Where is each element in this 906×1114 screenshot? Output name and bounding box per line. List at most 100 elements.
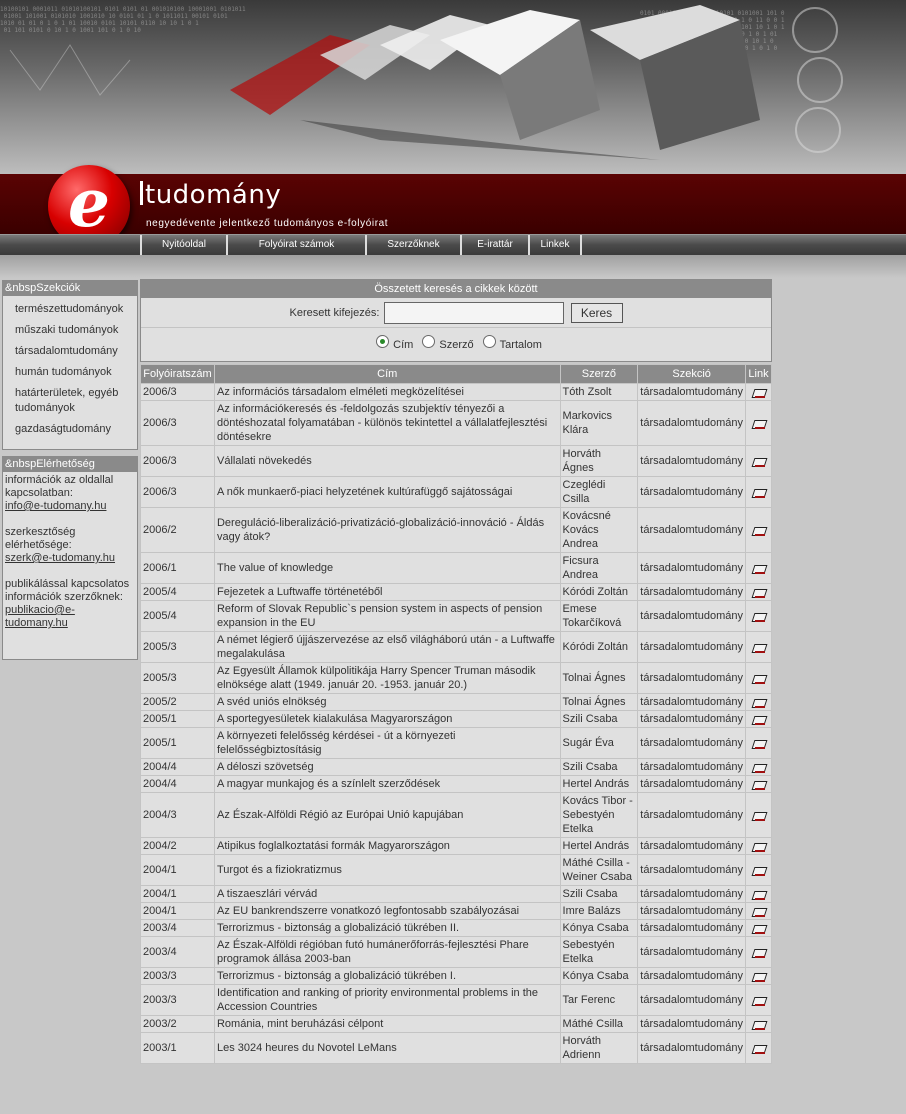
cell-title[interactable]: Terrorizmus - biztonság a globalizáció t… [213, 919, 561, 937]
radio-author[interactable] [422, 335, 436, 348]
cell-title[interactable]: Az információkeresés és -feldolgozás szu… [213, 400, 561, 446]
nav-issues[interactable]: Folyóirat számok [228, 235, 367, 255]
open-book-icon[interactable] [752, 642, 766, 653]
cell-title[interactable]: Atipikus foglalkoztatási formák Magyaror… [213, 837, 561, 855]
nav-archive[interactable]: E-irattár [462, 235, 530, 255]
search-button[interactable]: Keres [570, 303, 623, 323]
title-bar [0, 174, 906, 234]
open-book-icon[interactable] [752, 762, 766, 773]
cell-section: társadalomtudomány [637, 383, 746, 401]
cell-title[interactable]: Fejezetek a Luftwaffe történetéből [213, 583, 561, 601]
cell-title[interactable]: The value of knowledge [213, 552, 561, 584]
open-book-icon[interactable] [752, 387, 766, 398]
nav-authors[interactable]: Szerzőknek [367, 235, 462, 255]
radio-content[interactable] [482, 335, 496, 348]
radio-title[interactable] [376, 335, 390, 348]
open-book-icon[interactable] [752, 418, 766, 429]
cell-section: társadalomtudomány [637, 507, 746, 553]
cell-title[interactable]: Az információs társadalom elméleti megkö… [213, 383, 561, 401]
section-link-humanities[interactable]: humán tudományok [3, 362, 137, 383]
cell-section: társadalomtudomány [637, 727, 746, 759]
cell-link [745, 1032, 772, 1064]
section-link-social-sciences[interactable]: társadalomtudomány [3, 341, 137, 362]
open-book-icon[interactable] [752, 738, 766, 749]
search-heading: Összetett keresés a cikkek között [141, 280, 771, 298]
section-link-engineering[interactable]: műszaki tudományok [3, 320, 137, 341]
cell-title[interactable]: Az Észak-Alföldi régióban futó humánerőf… [213, 936, 561, 968]
cell-link [745, 758, 772, 776]
cell-author: Markovics Klára [559, 400, 639, 446]
cell-title[interactable]: Terrorizmus - biztonság a globalizáció t… [213, 967, 561, 985]
cell-issue: 2004/3 [140, 792, 215, 838]
open-book-icon[interactable] [752, 487, 766, 498]
cell-title[interactable]: Les 3024 heures du Novotel LeMans [213, 1032, 561, 1064]
cell-title[interactable]: A magyar munkajog és a színlelt szerződé… [213, 775, 561, 793]
nav-home[interactable]: Nyitóoldal [140, 235, 228, 255]
table-row: 2005/1 A környezeti felelősség kérdései -… [140, 727, 772, 759]
table-row: 2003/2 Románia, mint beruházási célpont Má… [140, 1015, 772, 1033]
contact-email-link[interactable]: szerk@e-tudomany.hu [5, 552, 135, 565]
cell-issue: 2004/1 [140, 902, 215, 920]
site-subtitle: negyedévente jelentkező tudományos e-fol… [146, 218, 389, 229]
contact-email-link[interactable]: info@e-tudomany.hu [5, 500, 135, 513]
section-link-economics[interactable]: gazdaságtudomány [3, 419, 137, 440]
open-book-icon[interactable] [752, 1043, 766, 1054]
open-book-icon[interactable] [752, 563, 766, 574]
cell-title[interactable]: A déloszi szövetség [213, 758, 561, 776]
cell-title[interactable]: A környezeti felelősség kérdései - út a … [213, 727, 561, 759]
cell-title[interactable]: A nők munkaerő-piaci helyzetének kultúra… [213, 476, 561, 508]
open-book-icon[interactable] [752, 995, 766, 1006]
open-book-icon[interactable] [752, 673, 766, 684]
cell-author: Szili Csaba [559, 710, 639, 728]
open-book-icon[interactable] [752, 779, 766, 790]
cell-title[interactable]: Dereguláció-liberalizáció-privatizáció-g… [213, 507, 561, 553]
nav-links[interactable]: Linkek [530, 235, 582, 255]
section-link-natural-sciences[interactable]: természettudományok [3, 299, 137, 320]
cell-title[interactable]: Az EU bankrendszerre vonatkozó legfontos… [213, 902, 561, 920]
open-book-icon[interactable] [752, 923, 766, 934]
open-book-icon[interactable] [752, 947, 766, 958]
search-input[interactable] [384, 302, 565, 324]
open-book-icon[interactable] [752, 1019, 766, 1030]
cell-title[interactable]: A tiszaeszlári vérvád [213, 885, 561, 903]
cell-title[interactable]: A német légierő újjászervezése az első v… [213, 631, 561, 663]
cell-title[interactable]: Turgot és a fiziokratizmus [213, 854, 561, 886]
open-book-icon[interactable] [752, 697, 766, 708]
cell-issue: 2004/1 [140, 854, 215, 886]
open-book-icon[interactable] [752, 865, 766, 876]
cell-link [745, 383, 772, 401]
cell-issue: 2005/4 [140, 583, 215, 601]
open-book-icon[interactable] [752, 810, 766, 821]
table-row: 2006/3 Az információs társadalom elméleti… [140, 383, 772, 401]
cell-title[interactable]: Románia, mint beruházási célpont [213, 1015, 561, 1033]
cell-title[interactable]: A sportegyesületek kialakulása Magyarors… [213, 710, 561, 728]
cell-title[interactable]: Identification and ranking of priority e… [213, 984, 561, 1016]
cell-title[interactable]: Az Észak-Alföldi Régió az Európai Unió k… [213, 792, 561, 838]
open-book-icon[interactable] [752, 841, 766, 852]
cell-title[interactable]: Az Egyesült Államok külpolitikája Harry … [213, 662, 561, 694]
open-book-icon[interactable] [752, 611, 766, 622]
section-link-interdisciplinary[interactable]: határterületek, egyéb tudományok [3, 383, 137, 419]
cell-issue: 2003/3 [140, 984, 215, 1016]
table-row: 2005/3 Az Egyesült Államok külpolitikája … [140, 662, 772, 694]
open-book-icon[interactable] [752, 587, 766, 598]
open-book-icon[interactable] [752, 714, 766, 725]
cell-link [745, 445, 772, 477]
cell-author: Kónya Csaba [559, 967, 639, 985]
cell-title[interactable]: Reform of Slovak Republic`s pension syst… [213, 600, 561, 632]
cell-title[interactable]: Vállalati növekedés [213, 445, 561, 477]
contact-panel: &nbspElérhetőség információk az oldallal… [2, 456, 138, 660]
cell-issue: 2006/1 [140, 552, 215, 584]
cell-issue: 2004/4 [140, 758, 215, 776]
open-book-icon[interactable] [752, 525, 766, 536]
open-book-icon[interactable] [752, 456, 766, 467]
cell-section: társadalomtudomány [637, 662, 746, 694]
cell-issue: 2004/4 [140, 775, 215, 793]
open-book-icon[interactable] [752, 889, 766, 900]
cell-issue: 2006/3 [140, 400, 215, 446]
contact-email-link[interactable]: publikacio@e-tudomany.hu [5, 604, 135, 630]
cell-section: társadalomtudomány [637, 902, 746, 920]
open-book-icon[interactable] [752, 971, 766, 982]
open-book-icon[interactable] [752, 906, 766, 917]
cell-title[interactable]: A svéd uniós elnökség [213, 693, 561, 711]
